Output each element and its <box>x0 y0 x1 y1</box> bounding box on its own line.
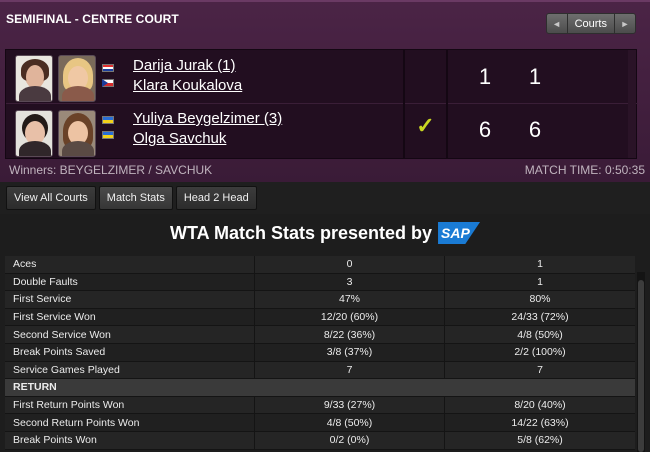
section-header-return: RETURN <box>5 379 635 397</box>
stat-label: Double Faults <box>5 273 255 291</box>
stat-row-first-return-points-won: First Return Points Won 9/33 (27%) 8/20 … <box>5 396 635 415</box>
match-title: SEMIFINAL - CENTRE COURT <box>6 12 179 26</box>
stat-row-aces: Aces 0 1 <box>5 256 635 274</box>
courts-button[interactable]: Courts <box>567 13 614 34</box>
scoreboard: Darija Jurak (1) Klara Koukalova 1 1 Yul… <box>5 49 638 159</box>
winner-column: ✓ <box>403 50 448 158</box>
stat-row-break-points-saved: Break Points Saved 3/8 (37%) 2/2 (100%) <box>5 343 635 362</box>
team-1-set-2: 1 <box>528 64 542 89</box>
stat-team-2: 24/33 (72%) <box>511 311 569 324</box>
player-link-beygelzimer[interactable]: Yuliya Beygelzimer (3) <box>133 109 282 129</box>
stats-scrollbar[interactable] <box>637 272 645 452</box>
tab-bar: View All Courts Match Stats Head 2 Head <box>0 182 650 214</box>
ukraine-flag-icon <box>102 116 114 124</box>
stats-title: WTA Match Stats presented by SAP <box>0 218 650 248</box>
team-2-set-2: 6 <box>528 117 542 142</box>
stat-team-1: 0 <box>255 256 445 273</box>
stat-team-2: 4/8 (50%) <box>517 328 563 341</box>
stat-team-1: 0/2 (0%) <box>255 431 445 449</box>
czech-flag-icon <box>102 79 114 87</box>
stats-area: WTA Match Stats presented by SAP Aces 0 … <box>0 214 650 452</box>
stat-team-1: 8/22 (36%) <box>255 326 445 343</box>
stat-team-2: 1 <box>537 275 543 288</box>
stat-label: First Service <box>5 291 255 308</box>
stat-team-1: 12/20 (60%) <box>255 308 445 326</box>
stat-row-service-games-played: Service Games Played 7 7 <box>5 361 635 380</box>
match-time: MATCH TIME: 0:50:35 <box>524 163 645 177</box>
stats-table: Aces 0 1 Double Faults 3 1 First Service… <box>5 256 635 450</box>
player-photo-koukalova <box>58 55 96 102</box>
stat-team-2: 8/20 (40%) <box>514 399 566 412</box>
stat-row-break-points-won: Break Points Won 0/2 (0%) 5/8 (62%) <box>5 431 635 450</box>
player-photo-savchuk <box>58 110 96 157</box>
stat-label: Break Points Won <box>5 431 255 449</box>
chevron-right-icon: ► <box>620 18 630 29</box>
stat-team-2: 1 <box>537 258 543 271</box>
stat-team-2: 7 <box>537 363 543 376</box>
stat-team-1: 4/8 (50%) <box>255 414 445 431</box>
player-link-jurak[interactable]: Darija Jurak (1) <box>133 56 242 76</box>
stat-row-first-service: First Service 47% 80% <box>5 291 635 309</box>
sap-logo: SAP <box>438 222 481 244</box>
next-court-button[interactable]: ► <box>614 13 636 34</box>
scoreboard-edge <box>628 50 636 158</box>
stat-team-1: 3 <box>255 273 445 291</box>
team-2-names: Yuliya Beygelzimer (3) Olga Savchuk <box>133 109 282 149</box>
stat-label: Service Games Played <box>5 361 255 379</box>
tab-head-2-head[interactable]: Head 2 Head <box>175 186 257 210</box>
stat-team-1: 9/33 (27%) <box>255 396 445 414</box>
scrollbar-thumb[interactable] <box>638 280 644 452</box>
stat-team-2: 80% <box>529 293 551 306</box>
courts-nav: ◄ Courts ► <box>545 13 636 34</box>
tab-match-stats[interactable]: Match Stats <box>98 186 173 210</box>
stat-row-second-return-points-won: Second Return Points Won 4/8 (50%) 14/22… <box>5 414 635 432</box>
score-panel: SEMIFINAL - CENTRE COURT ◄ Courts ► Dari… <box>0 0 650 182</box>
stat-team-1: 7 <box>255 361 445 379</box>
winners-text: Winners: BEYGELZIMER / SAVCHUK <box>9 163 213 177</box>
team-row-2: Yuliya Beygelzimer (3) Olga Savchuk 6 6 <box>6 105 638 159</box>
player-link-savchuk[interactable]: Olga Savchuk <box>133 129 282 149</box>
player-link-koukalova[interactable]: Klara Koukalova <box>133 76 242 96</box>
stat-team-2: 2/2 (100%) <box>514 346 566 359</box>
stat-label: Second Return Points Won <box>5 414 255 431</box>
chevron-left-icon: ◄ <box>552 18 562 29</box>
stat-row-second-service-won: Second Service Won 8/22 (36%) 4/8 (50%) <box>5 326 635 344</box>
team-1-set-1: 1 <box>478 64 492 89</box>
croatia-flag-icon <box>102 64 114 72</box>
section-label: RETURN <box>13 381 57 394</box>
team-1-names: Darija Jurak (1) Klara Koukalova <box>133 56 242 96</box>
stat-row-first-service-won: First Service Won 12/20 (60%) 24/33 (72%… <box>5 308 635 327</box>
stat-label: First Service Won <box>5 308 255 326</box>
team-row-1: Darija Jurak (1) Klara Koukalova 1 1 <box>6 50 638 104</box>
stat-label: Break Points Saved <box>5 343 255 361</box>
stat-label: Aces <box>5 256 255 273</box>
winner-check-icon: ✓ <box>416 113 435 138</box>
stat-team-2: 5/8 (62%) <box>517 434 563 447</box>
stats-title-text: WTA Match Stats presented by <box>169 222 433 243</box>
stat-row-double-faults: Double Faults 3 1 <box>5 273 635 292</box>
stat-label: Second Service Won <box>5 326 255 343</box>
stat-label: First Return Points Won <box>5 396 255 414</box>
tab-view-all-courts[interactable]: View All Courts <box>6 186 96 210</box>
ukraine-flag-icon <box>102 131 114 139</box>
stat-team-2: 14/22 (63%) <box>511 416 569 429</box>
stat-team-1: 47% <box>255 291 445 308</box>
player-photo-jurak <box>15 55 53 102</box>
prev-court-button[interactable]: ◄ <box>545 13 568 34</box>
player-photo-beygelzimer <box>15 110 53 157</box>
stat-team-1: 3/8 (37%) <box>255 343 445 361</box>
team-2-set-1: 6 <box>478 117 492 142</box>
